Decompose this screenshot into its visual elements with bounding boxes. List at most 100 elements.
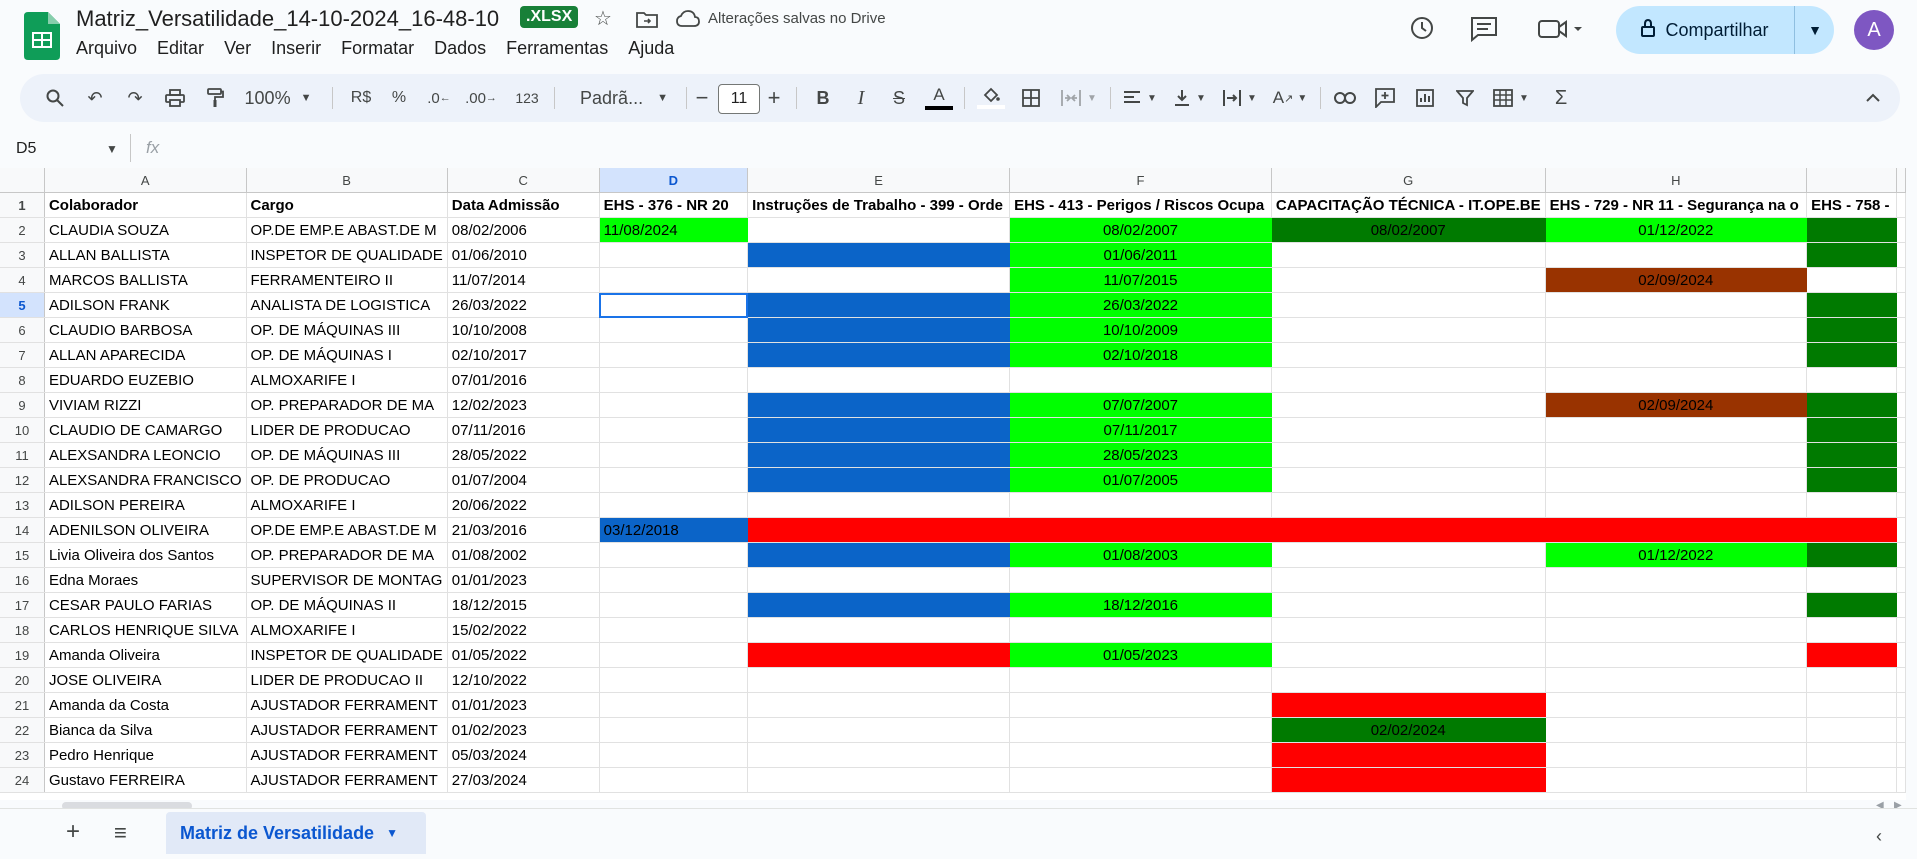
cell[interactable] [1271,567,1546,593]
cell[interactable]: 28/05/2022 [447,442,600,468]
cell[interactable]: Bianca da Silva [44,717,247,743]
menu-arquivo[interactable]: Arquivo [76,38,137,59]
cell[interactable] [1271,442,1546,468]
cell[interactable] [1896,317,1906,343]
cell[interactable] [1806,292,1897,318]
increase-decimal-button[interactable]: .00 → [464,74,498,122]
move-folder-icon[interactable] [636,10,658,33]
cell[interactable] [747,367,1011,393]
menu-inserir[interactable]: Inserir [271,38,321,59]
cell[interactable]: 01/08/2002 [447,542,600,568]
row-header[interactable]: 15 [0,542,45,568]
account-avatar[interactable]: A [1854,10,1894,50]
cell[interactable]: 02/02/2024 [1271,717,1546,743]
cell[interactable] [1545,317,1808,343]
chevron-down-icon[interactable]: ▼ [106,142,118,156]
merge-cells-icon[interactable]: ▼ [1056,74,1102,122]
row-header[interactable]: 17 [0,592,45,618]
cell[interactable]: OP. DE MÁQUINAS III [246,317,448,343]
cell[interactable]: SUPERVISOR DE MONTAG [246,567,448,593]
row-header[interactable]: 2 [0,217,45,243]
insert-link-icon[interactable] [1330,74,1360,122]
cell[interactable] [1806,442,1897,468]
header-cell[interactable]: CAPACITAÇÃO TÉCNICA - IT.OPE.BE [1271,192,1546,218]
print-icon[interactable] [160,74,190,122]
cell[interactable]: 07/11/2016 [447,417,600,443]
cell[interactable] [1896,667,1906,693]
cell[interactable]: 02/10/2018 [1009,342,1272,368]
cell[interactable] [1896,692,1906,718]
borders-icon[interactable] [1016,74,1046,122]
cell[interactable] [1545,442,1808,468]
select-all-corner[interactable] [0,168,45,193]
undo-icon[interactable]: ↶ [80,74,110,122]
cell[interactable] [1896,517,1906,543]
cell[interactable] [1806,517,1897,543]
cell[interactable]: 01/07/2004 [447,467,600,493]
cell[interactable]: 10/10/2009 [1009,317,1272,343]
cell[interactable] [1806,367,1897,393]
cell[interactable] [1806,417,1897,443]
cell[interactable] [1896,267,1906,293]
cell[interactable]: 08/02/2007 [1271,217,1546,243]
cell[interactable] [1896,717,1906,743]
fill-color-icon[interactable] [976,74,1006,122]
cell[interactable] [1271,317,1546,343]
header-cell[interactable]: EHS - 729 - NR 11 - Segurança na o [1545,192,1808,218]
menu-ver[interactable]: Ver [224,38,251,59]
cell[interactable] [1271,767,1546,793]
cell[interactable] [599,692,749,718]
cell[interactable]: 01/12/2022 [1545,542,1808,568]
cell[interactable] [1896,767,1906,793]
cell[interactable] [1896,642,1906,668]
row-header[interactable]: 10 [0,417,45,443]
cell[interactable] [1271,642,1546,668]
cell[interactable] [1545,742,1808,768]
cell[interactable] [1896,442,1906,468]
cell[interactable]: AJUSTADOR FERRAMENT [246,692,448,718]
cell[interactable]: OP. DE MÁQUINAS I [246,342,448,368]
cell[interactable] [1545,692,1808,718]
cell[interactable] [1545,417,1808,443]
cell[interactable] [1545,567,1808,593]
cell[interactable] [1009,367,1272,393]
cell[interactable] [599,392,749,418]
cell[interactable] [1271,542,1546,568]
cell[interactable]: 12/02/2023 [447,392,600,418]
row-header[interactable]: 3 [0,242,45,268]
font-select[interactable]: Padrã... ▼ [568,74,680,122]
cell[interactable] [1896,742,1906,768]
cell[interactable] [1271,392,1546,418]
column-header[interactable]: E [747,168,1011,193]
horizontal-align-icon[interactable]: ▼ [1118,74,1162,122]
row-header[interactable]: 6 [0,317,45,343]
cell[interactable]: AJUSTADOR FERRAMENT [246,742,448,768]
cell[interactable]: 01/12/2022 [1545,217,1808,243]
cell[interactable]: 01/05/2023 [1009,642,1272,668]
cell[interactable] [1271,292,1546,318]
cell[interactable]: 01/01/2023 [447,567,600,593]
cell[interactable]: CLAUDIA SOUZA [44,217,247,243]
insert-chart-icon[interactable] [1410,74,1440,122]
version-history-icon[interactable] [1408,14,1436,47]
zoom-select[interactable]: 100% ▼ [242,74,314,122]
cell[interactable] [747,242,1011,268]
header-cell[interactable]: Data Admissão [447,192,600,218]
cell[interactable] [599,717,749,743]
sheet-tab[interactable]: Matriz de Versatilidade ▼ [166,812,426,854]
share-button[interactable]: Compartilhar [1616,6,1794,54]
document-title[interactable]: Matriz_Versatilidade_14-10-2024_16-48-10 [76,6,499,32]
cell[interactable] [1806,542,1897,568]
cell[interactable] [1896,292,1906,318]
star-icon[interactable]: ☆ [594,6,612,31]
cell[interactable]: 07/07/2007 [1009,392,1272,418]
cell[interactable] [1806,617,1897,643]
cell[interactable] [1271,342,1546,368]
cell[interactable] [747,542,1011,568]
cell[interactable]: 15/02/2022 [447,617,600,643]
text-color-icon[interactable]: A [924,74,954,122]
name-box[interactable]: D5 [16,140,36,158]
cell[interactable] [1545,717,1808,743]
cell[interactable] [1545,592,1808,618]
cell[interactable]: Edna Moraes [44,567,247,593]
